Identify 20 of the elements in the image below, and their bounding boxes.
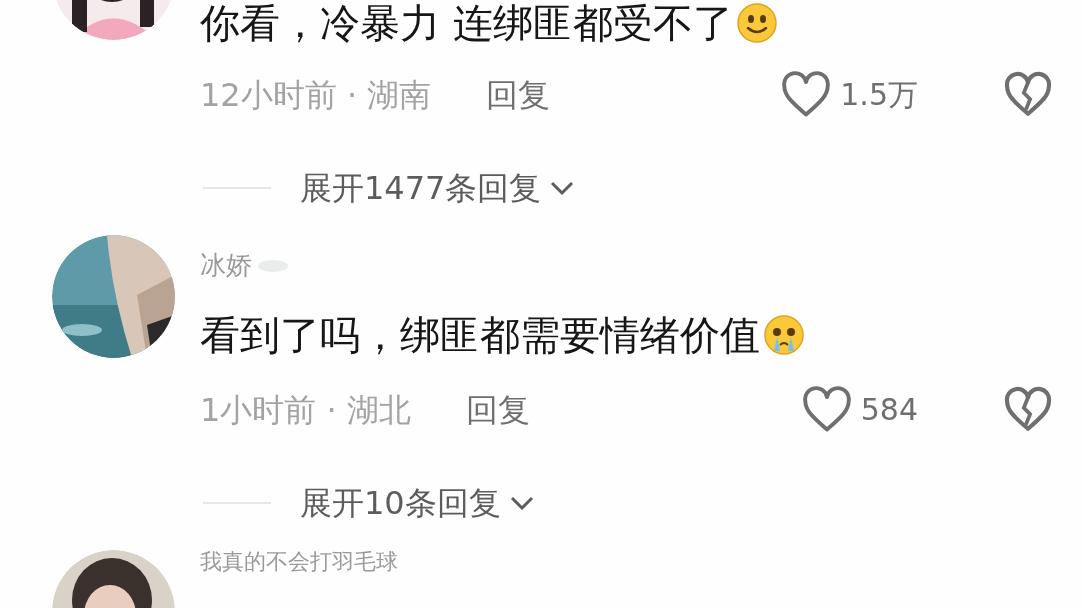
expand-replies-button[interactable]: 展开10条回复	[300, 483, 535, 523]
crying-emoji-icon	[764, 315, 804, 355]
reply-link[interactable]: 回复	[465, 390, 530, 430]
comment-text: 你看，冷暴力 连绑匪都受不了	[200, 0, 733, 46]
chevron-down-icon	[549, 180, 576, 196]
heart-icon[interactable]	[800, 386, 853, 434]
username[interactable]: 我真的不会打羽毛球	[200, 550, 398, 573]
smiley-emoji-icon	[736, 3, 777, 43]
comment-meta: 12小时前 · 湖南	[200, 75, 432, 115]
expand-replies-button[interactable]: 展开1477条回复	[300, 168, 576, 208]
username[interactable]: 冰娇	[200, 245, 252, 285]
heart-icon[interactable]	[780, 71, 833, 119]
broken-heart-icon[interactable]	[1003, 386, 1053, 434]
like-count: 584	[860, 391, 918, 429]
chevron-down-icon	[508, 495, 535, 511]
reply-link[interactable]: 回复	[486, 75, 551, 115]
like-count: 1.5万	[840, 76, 918, 114]
broken-heart-icon[interactable]	[1003, 71, 1053, 119]
comment-text: 看到了吗，绑匪都需要情绪价值	[200, 312, 760, 358]
comment-meta: 1小时前 · 湖北	[200, 390, 411, 430]
